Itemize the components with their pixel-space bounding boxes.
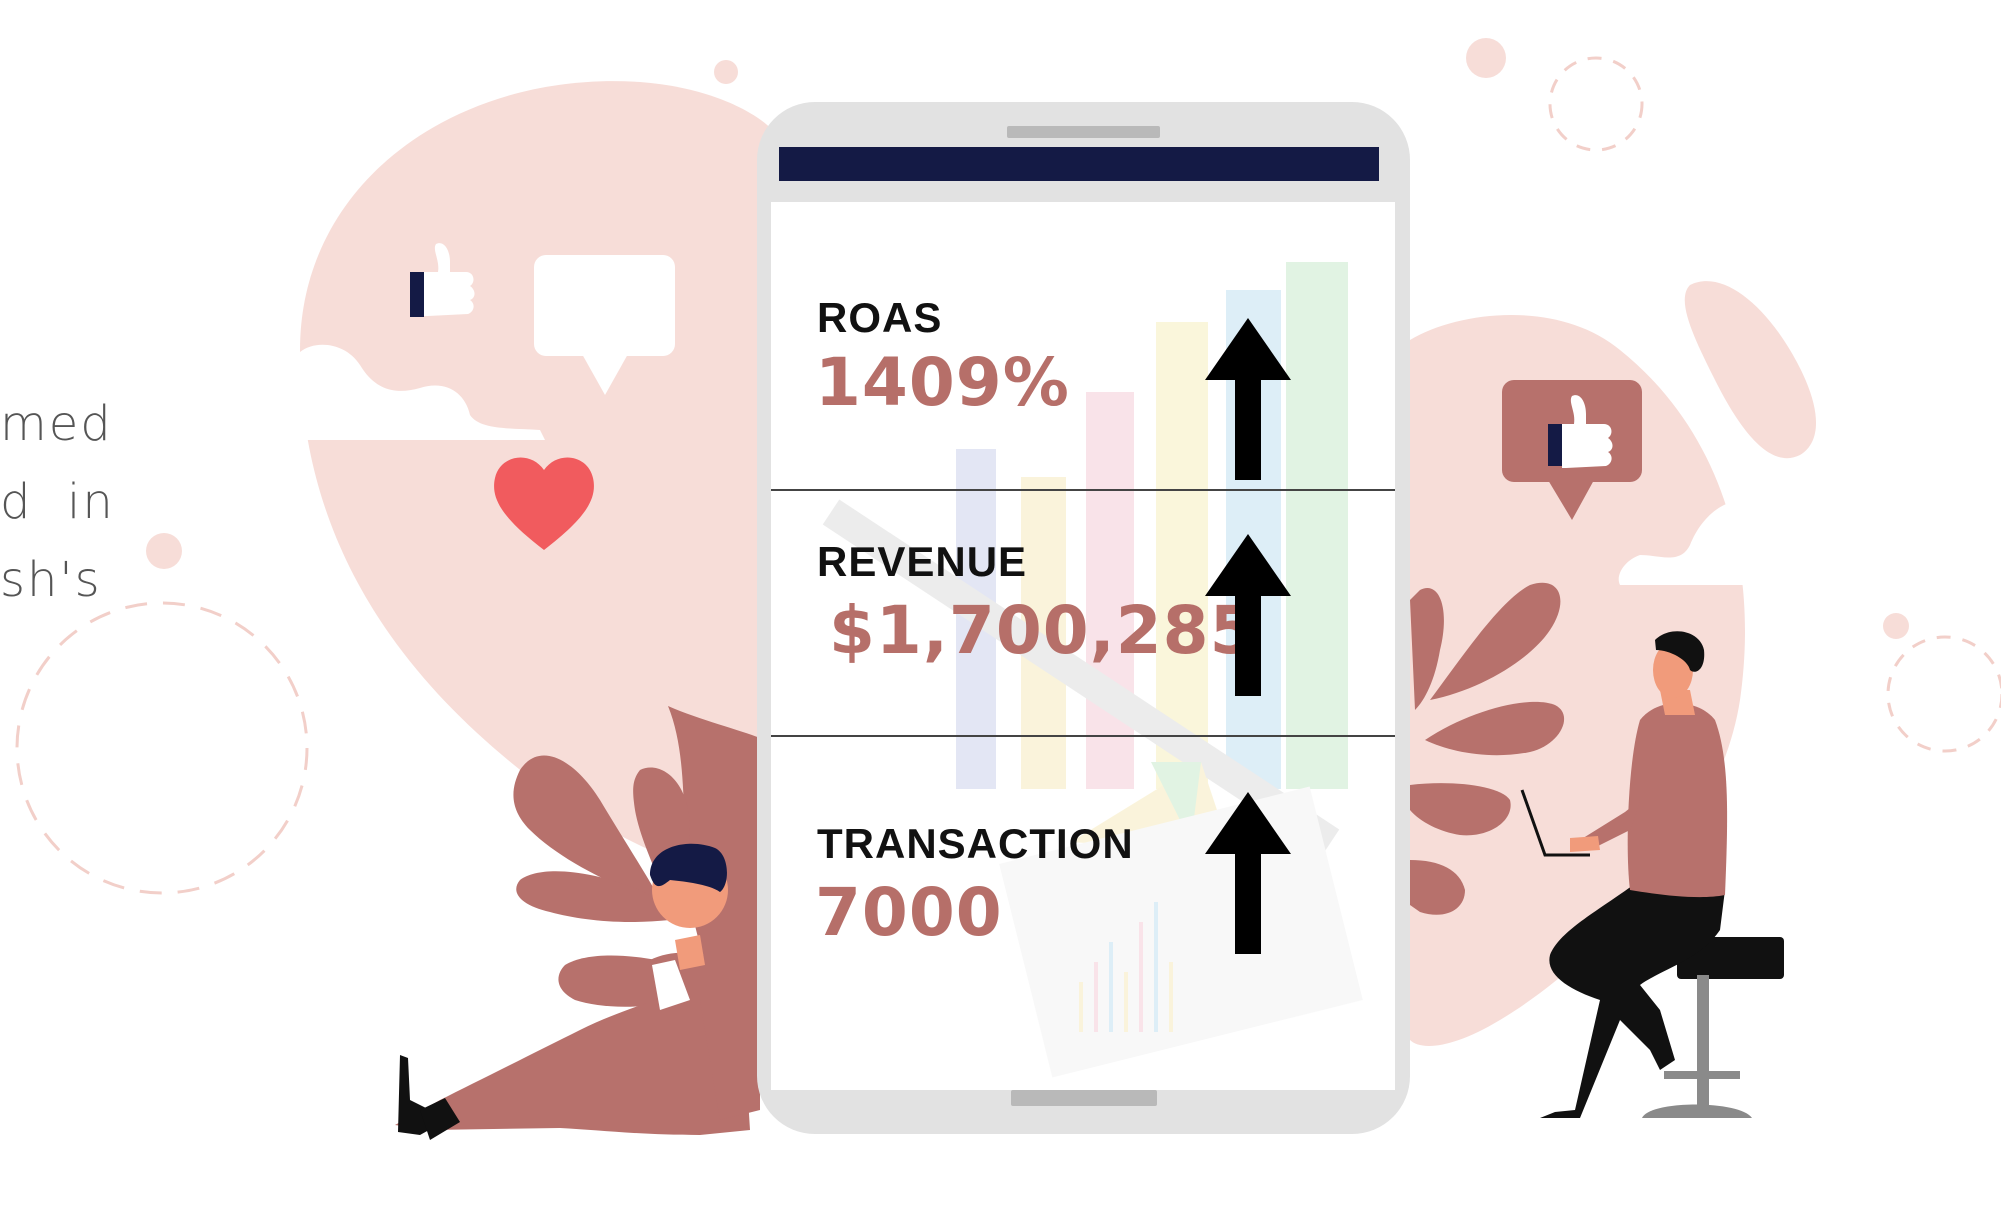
metric-label: TRANSACTION xyxy=(817,820,1134,867)
right-petal xyxy=(1684,281,1817,459)
phone-screen: ROAS 1409% REVENUE $1,700,285 TRANSACTIO… xyxy=(771,202,1395,1090)
up-arrow-icon xyxy=(1205,318,1291,480)
phone-speaker xyxy=(1007,126,1160,138)
side-paragraph: med d in sh's xyxy=(0,385,115,619)
phone-home-bar xyxy=(1011,1090,1157,1106)
phone-header-bar xyxy=(779,147,1379,181)
metric-roas: ROAS 1409% xyxy=(771,202,1395,480)
side-text-line: med xyxy=(0,396,113,452)
side-text-line: sh's xyxy=(0,552,102,608)
decor-dot xyxy=(1466,38,1506,78)
metric-value: 1409% xyxy=(815,344,1070,421)
metric-revenue: REVENUE $1,700,285 xyxy=(771,490,1395,730)
phone-mockup: ROAS 1409% REVENUE $1,700,285 TRANSACTIO… xyxy=(757,102,1410,1134)
metric-label: ROAS xyxy=(817,294,943,341)
dashed-circle xyxy=(15,601,309,895)
dashed-circle xyxy=(1548,56,1644,152)
side-text-line: d in xyxy=(0,474,115,530)
decor-dot xyxy=(146,533,182,569)
metric-transaction: TRANSACTION 7000 xyxy=(771,736,1395,976)
metric-label: REVENUE xyxy=(817,538,1028,585)
decor-dot xyxy=(714,60,738,84)
metric-value: 7000 xyxy=(815,874,1003,951)
decor-dot xyxy=(1883,613,1909,639)
dashed-circle xyxy=(1886,635,2001,753)
up-arrow-icon xyxy=(1205,792,1291,954)
up-arrow-icon xyxy=(1205,534,1291,696)
metric-value: $1,700,285 xyxy=(829,592,1257,669)
infographic-stage: med d in sh's ROAS 1409% REVENUE $1,700,… xyxy=(0,0,2001,1207)
